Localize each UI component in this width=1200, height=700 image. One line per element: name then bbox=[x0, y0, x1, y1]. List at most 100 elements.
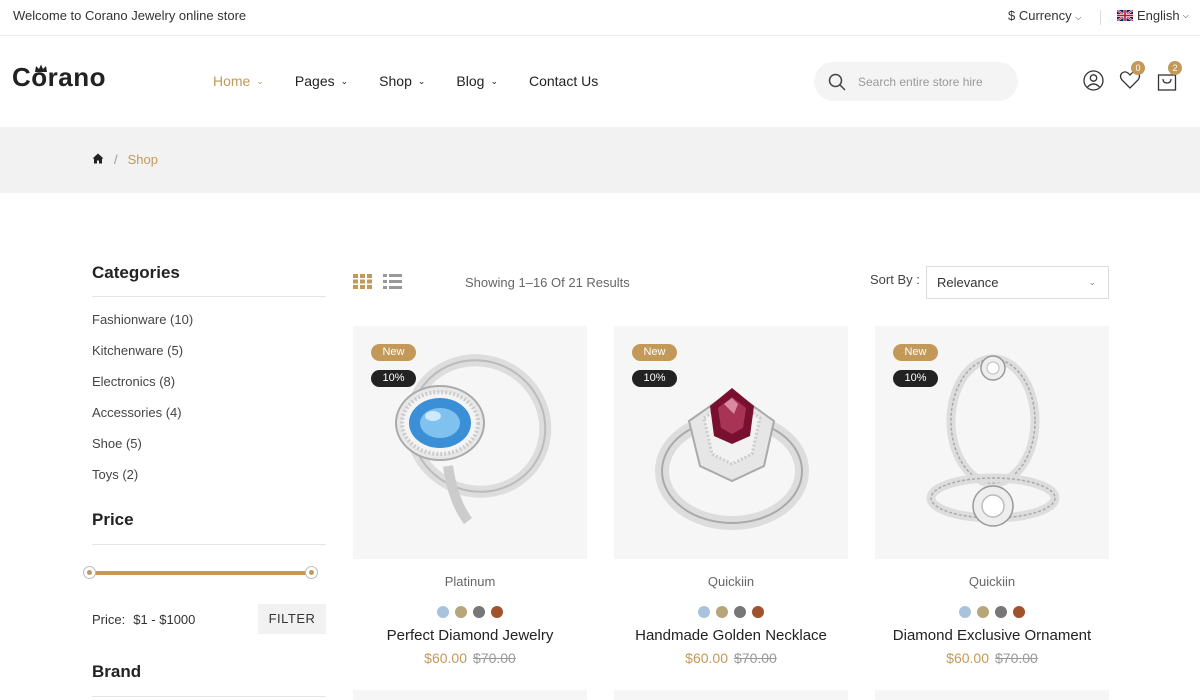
logo-text: Corano bbox=[12, 62, 106, 92]
nav-pages[interactable]: Pages ⌄ bbox=[295, 73, 348, 89]
language-label: English bbox=[1137, 8, 1180, 23]
nav-contact-label: Contact Us bbox=[528, 73, 599, 89]
price-range-display: Price: $1 - $1000 bbox=[92, 612, 195, 627]
nav-blog-label: Blog bbox=[456, 73, 485, 89]
price-label: Price: bbox=[92, 612, 126, 627]
nav-contact[interactable]: Contact Us bbox=[529, 73, 598, 89]
nav-shop-label: Shop bbox=[379, 73, 412, 89]
language-dropdown[interactable]: English ⌵ bbox=[1117, 8, 1189, 23]
price-title: Price bbox=[92, 510, 134, 529]
welcome-message: Welcome to Corano Jewelry online store bbox=[13, 8, 247, 23]
color-swatch[interactable] bbox=[491, 606, 503, 618]
color-swatch[interactable] bbox=[977, 606, 989, 618]
chevron-down-icon: ⌵ bbox=[1182, 10, 1189, 20]
category-item[interactable]: Kitchenware (5) bbox=[92, 343, 193, 374]
color-swatches bbox=[875, 606, 1109, 618]
category-item[interactable]: Accessories (4) bbox=[92, 405, 193, 436]
top-bar: Welcome to Corano Jewelry online store $… bbox=[0, 0, 1200, 36]
product-card[interactable]: New 10% Platinum Perfect Diamond Jewelry… bbox=[353, 326, 587, 666]
product-price: $60.00 $70.00 bbox=[614, 650, 848, 666]
grid-view-icon[interactable] bbox=[353, 274, 372, 294]
price-slider-track[interactable] bbox=[89, 571, 314, 575]
color-swatch[interactable] bbox=[734, 606, 746, 618]
original-price: $70.00 bbox=[473, 650, 516, 666]
nav-home-label: Home bbox=[213, 73, 251, 89]
original-price: $70.00 bbox=[995, 650, 1038, 666]
category-item[interactable]: Shoe (5) bbox=[92, 436, 193, 467]
product-name[interactable]: Diamond Exclusive Ornament bbox=[875, 627, 1109, 644]
currency-dropdown[interactable]: $ Currency ⌵ bbox=[1008, 8, 1081, 23]
price-slider-min-handle[interactable] bbox=[83, 566, 96, 579]
cart-count-badge: 2 bbox=[1168, 61, 1182, 75]
account-icon[interactable] bbox=[1083, 70, 1104, 96]
list-view-icon[interactable] bbox=[383, 274, 402, 294]
product-name[interactable]: Handmade Golden Necklace bbox=[614, 627, 848, 644]
breadcrumb-band: / Shop bbox=[0, 127, 1200, 193]
product-image[interactable]: New 10% bbox=[614, 326, 848, 559]
category-item[interactable]: Fashionware (10) bbox=[92, 312, 193, 343]
result-count: Showing 1–16 Of 21 Results bbox=[465, 275, 630, 290]
color-swatch[interactable] bbox=[473, 606, 485, 618]
breadcrumb: / Shop bbox=[92, 152, 158, 167]
ring-image bbox=[395, 354, 552, 524]
divider bbox=[92, 696, 326, 697]
sort-value: Relevance bbox=[937, 275, 999, 290]
product-card[interactable] bbox=[614, 690, 848, 700]
nav-shop[interactable]: Shop ⌄ bbox=[379, 73, 425, 89]
product-card[interactable]: New 10% Quickiin Handmade Golden Necklac… bbox=[614, 326, 848, 666]
price-range-value: $1 - $1000 bbox=[133, 612, 196, 627]
product-price: $60.00 $70.00 bbox=[875, 650, 1109, 666]
home-icon[interactable] bbox=[92, 152, 104, 167]
currency-label: $ Currency bbox=[1008, 8, 1072, 23]
sale-price: $60.00 bbox=[424, 650, 467, 666]
category-list: Fashionware (10) Kitchenware (5) Electro… bbox=[92, 312, 193, 498]
color-swatch[interactable] bbox=[716, 606, 728, 618]
color-swatches bbox=[353, 606, 587, 618]
product-image[interactable]: New 10% bbox=[353, 326, 587, 559]
chevron-down-icon: ⌄ bbox=[490, 75, 498, 86]
nav-pages-label: Pages bbox=[294, 73, 335, 89]
color-swatch[interactable] bbox=[959, 606, 971, 618]
nav-home[interactable]: Home ⌄ bbox=[213, 73, 264, 89]
color-swatch[interactable] bbox=[1013, 606, 1025, 618]
uk-flag-icon bbox=[1117, 10, 1133, 21]
chevron-down-icon: ⌄ bbox=[1088, 277, 1096, 287]
sort-label: Sort By : bbox=[870, 272, 920, 287]
price-slider-max-handle[interactable] bbox=[305, 566, 318, 579]
categories-title: Categories bbox=[92, 263, 180, 282]
product-card[interactable]: New 10% Quickiin Diamond Exclusive Ornam… bbox=[875, 326, 1109, 666]
chevron-down-icon: ⌄ bbox=[340, 75, 349, 86]
color-swatch[interactable] bbox=[455, 606, 467, 618]
product-card[interactable] bbox=[875, 690, 1109, 700]
divider bbox=[92, 544, 326, 545]
product-name[interactable]: Perfect Diamond Jewelry bbox=[353, 627, 587, 644]
category-item[interactable]: Toys (2) bbox=[92, 467, 193, 498]
color-swatch[interactable] bbox=[752, 606, 764, 618]
divider bbox=[92, 296, 326, 297]
sale-price: $60.00 bbox=[685, 650, 728, 666]
breadcrumb-current: Shop bbox=[127, 152, 158, 167]
product-image[interactable]: New 10% bbox=[875, 326, 1109, 559]
color-swatch[interactable] bbox=[437, 606, 449, 618]
category-item[interactable]: Electronics (8) bbox=[92, 374, 193, 405]
color-swatch[interactable] bbox=[698, 606, 710, 618]
nav-blog[interactable]: Blog ⌄ bbox=[456, 73, 498, 89]
sale-price: $60.00 bbox=[946, 650, 989, 666]
ring-image bbox=[926, 354, 1060, 527]
product-brand: Quickiin bbox=[707, 574, 755, 589]
original-price: $70.00 bbox=[734, 650, 777, 666]
chevron-down-icon: ⌵ bbox=[1075, 13, 1082, 22]
search-icon[interactable] bbox=[828, 73, 846, 91]
product-card[interactable] bbox=[353, 690, 587, 700]
product-price: $60.00 $70.00 bbox=[353, 650, 587, 666]
brand-title: Brand bbox=[92, 662, 142, 681]
main-nav: Home ⌄ Pages ⌄ Shop ⌄ Blog ⌄ Contact Us bbox=[213, 73, 629, 89]
view-mode-switch bbox=[353, 274, 413, 294]
color-swatches bbox=[614, 606, 848, 618]
product-brand: Platinum bbox=[444, 574, 496, 589]
search-bar bbox=[814, 62, 1018, 101]
search-input[interactable] bbox=[858, 74, 998, 89]
filter-button[interactable]: FILTER bbox=[258, 604, 326, 634]
sort-select[interactable]: Relevance ⌄ bbox=[926, 266, 1109, 299]
color-swatch[interactable] bbox=[995, 606, 1007, 618]
